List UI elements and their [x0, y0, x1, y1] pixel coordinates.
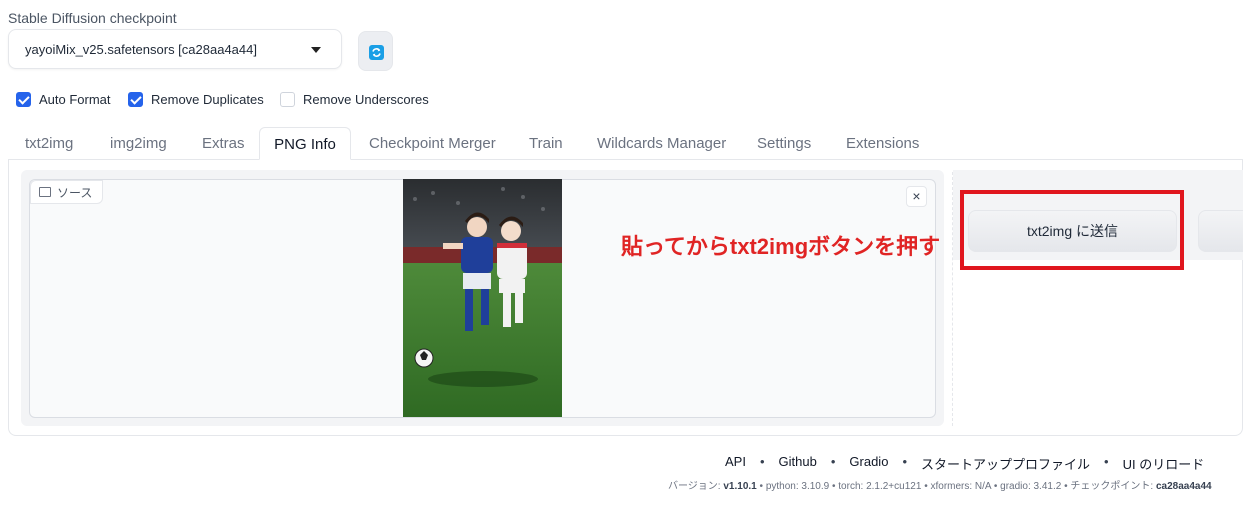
- remove-underscores-label: Remove Underscores: [303, 91, 429, 107]
- footer-separator: •: [902, 454, 907, 469]
- tab-img2img[interactable]: img2img: [110, 135, 167, 152]
- torch-version: torch: 2.1.2+cu121: [838, 481, 922, 492]
- checkpoint-label: Stable Diffusion checkpoint: [8, 10, 177, 26]
- tab-checkpoint-merger[interactable]: Checkpoint Merger: [369, 135, 496, 152]
- remove-underscores-checkbox[interactable]: Remove Underscores: [280, 89, 429, 109]
- tab-txt2img[interactable]: txt2img: [25, 135, 73, 152]
- remove-duplicates-label: Remove Duplicates: [151, 91, 264, 107]
- checkmark-icon: [128, 91, 143, 107]
- tab-extras[interactable]: Extras: [202, 135, 245, 152]
- gradio-version: gradio: 3.41.2: [1000, 481, 1062, 492]
- close-icon[interactable]: ×: [906, 186, 927, 207]
- checkbox-empty: [280, 91, 295, 107]
- checkpoint-info-label: チェックポイント:: [1070, 481, 1156, 492]
- footer-links: API • Github • Gradio • スタートアッププロファイル • …: [725, 454, 1204, 473]
- highlight-box: [960, 190, 1184, 270]
- footer-separator: •: [1104, 454, 1109, 469]
- checkmark-icon: [16, 91, 31, 107]
- footer-link-gradio[interactable]: Gradio: [849, 454, 888, 473]
- footer-link-github[interactable]: Github: [779, 454, 817, 473]
- tab-wildcards-manager[interactable]: Wildcards Manager: [597, 135, 726, 152]
- footer-separator: •: [830, 454, 836, 469]
- auto-format-label: Auto Format: [39, 91, 111, 107]
- footer-link-reload-ui[interactable]: UI のリロード: [1123, 454, 1205, 473]
- refresh-checkpoint-button[interactable]: [358, 31, 393, 71]
- checkpoint-hash: ca28aa4a44: [1155, 481, 1212, 492]
- source-label-text: ソース: [57, 185, 93, 200]
- image-icon: [39, 187, 51, 197]
- version-info: バージョン: v1.10.1 • python: 3.10.9 • torch:…: [668, 481, 1212, 492]
- footer-separator: •: [759, 454, 765, 469]
- send-to-img2img-button[interactable]: [1198, 210, 1243, 252]
- version-label: バージョン:: [668, 481, 724, 492]
- source-label: ソース: [30, 180, 104, 204]
- python-version: python: 3.10.9: [765, 481, 830, 492]
- xformers-version: xformers: N/A: [930, 481, 992, 492]
- remove-duplicates-checkbox[interactable]: Remove Duplicates: [128, 89, 264, 109]
- refresh-icon: [369, 45, 384, 60]
- dropdown-caret-icon: [311, 47, 321, 53]
- annotation-text: 貼ってからtxt2imgボタンを押す: [621, 234, 941, 259]
- tab-png-info[interactable]: PNG Info: [259, 127, 351, 160]
- tab-settings[interactable]: Settings: [757, 135, 811, 152]
- tab-extensions[interactable]: Extensions: [846, 135, 919, 152]
- uploaded-image: [403, 179, 562, 417]
- checkpoint-value: yayoiMix_v25.safetensors [ca28aa4a44]: [25, 42, 257, 57]
- footer-link-api[interactable]: API: [725, 454, 746, 473]
- auto-format-checkbox[interactable]: Auto Format: [16, 89, 111, 109]
- checkpoint-dropdown[interactable]: yayoiMix_v25.safetensors [ca28aa4a44]: [8, 29, 342, 69]
- footer-link-startup-profile[interactable]: スタートアッププロファイル: [921, 454, 1090, 473]
- version-value: v1.10.1: [723, 481, 757, 492]
- tab-train[interactable]: Train: [529, 135, 563, 152]
